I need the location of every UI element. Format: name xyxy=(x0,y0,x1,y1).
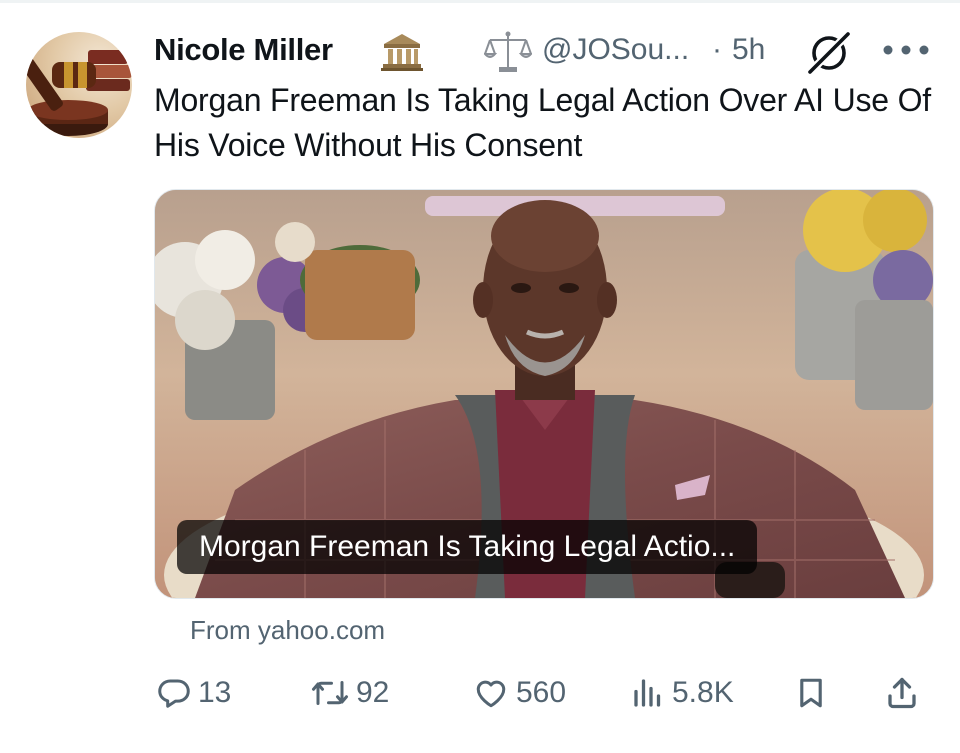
scales-of-justice-icon xyxy=(482,30,534,74)
retweet-button[interactable]: 92 xyxy=(310,668,389,718)
heart-icon xyxy=(472,675,510,711)
user-handle[interactable]: @JOSou... xyxy=(542,30,689,70)
tweet-text: Morgan Freeman Is Taking Legal Action Ov… xyxy=(154,82,931,163)
reply-button[interactable]: 13 xyxy=(156,668,231,718)
card-source[interactable]: From yahoo.com xyxy=(190,612,385,648)
action-bar: 13 92 560 5.8K xyxy=(0,668,960,718)
share-icon xyxy=(884,675,920,711)
like-count: 560 xyxy=(516,676,567,709)
display-name[interactable]: Nicole Miller xyxy=(154,30,333,70)
avatar[interactable] xyxy=(26,32,132,138)
views-button[interactable]: 5.8K xyxy=(630,668,734,718)
like-button[interactable]: 560 xyxy=(472,668,566,718)
view-count: 5.8K xyxy=(672,676,734,709)
retweet-icon xyxy=(310,675,350,711)
link-card[interactable]: Morgan Freeman Is Taking Legal Actio... xyxy=(154,189,934,599)
timestamp[interactable]: 5h xyxy=(732,30,765,70)
tweet-header: Nicole Miller @JOSou... · 5h xyxy=(154,29,934,77)
top-divider xyxy=(0,0,960,3)
grok-icon[interactable] xyxy=(804,29,854,77)
meta-separator: · xyxy=(712,33,722,66)
analytics-icon xyxy=(630,675,666,711)
reply-icon xyxy=(156,675,192,711)
card-title[interactable]: Morgan Freeman Is Taking Legal Actio... xyxy=(177,520,758,574)
government-building-icon xyxy=(380,32,424,72)
bookmark-button[interactable] xyxy=(794,668,828,718)
retweet-count: 92 xyxy=(356,676,390,709)
more-icon[interactable] xyxy=(878,38,934,62)
bookmark-icon xyxy=(794,675,828,711)
share-button[interactable] xyxy=(884,668,920,718)
reply-count: 13 xyxy=(198,676,232,709)
